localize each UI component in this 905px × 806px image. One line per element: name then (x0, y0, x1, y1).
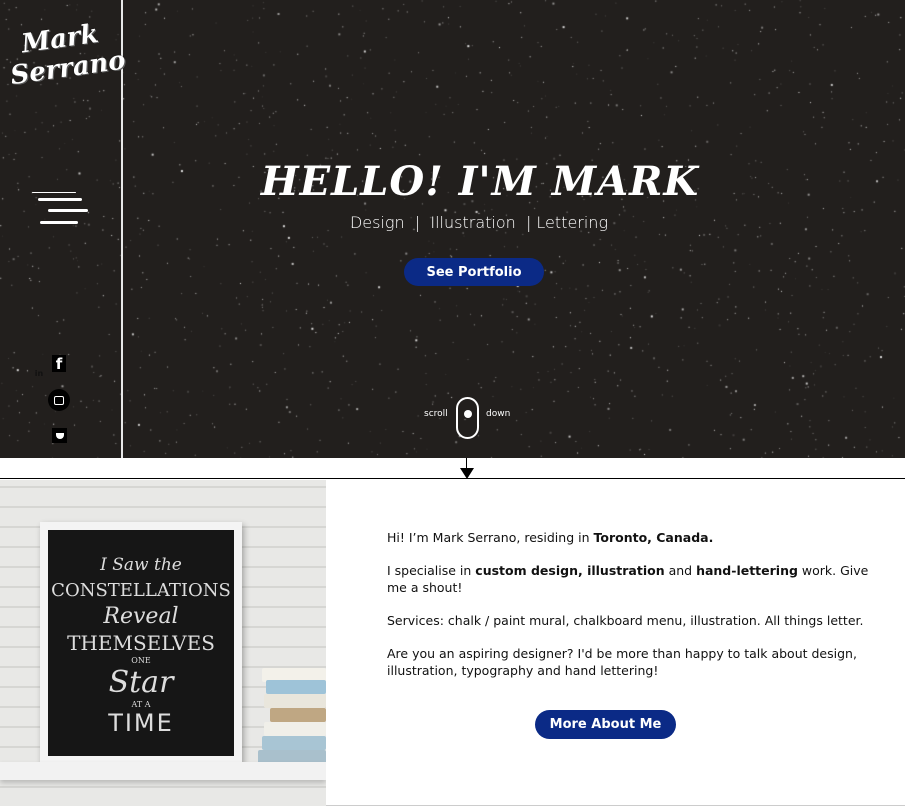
about-text: Hi! I’m Mark Serrano, residing in Toront… (387, 529, 877, 695)
artwork-photo: I Saw the CONSTELLATIONS Reveal THEMSELV… (0, 480, 326, 806)
designer-paragraph: Are you an aspiring designer? I'd be mor… (387, 646, 857, 678)
hero-subtitle: Design | Illustration | Lettering (349, 213, 609, 232)
poster-frame: I Saw the CONSTELLATIONS Reveal THEMSELV… (40, 522, 242, 764)
divider (0, 478, 905, 479)
specialty-paragraph: I specialise in custom design, illustrat… (387, 563, 869, 595)
intro-paragraph: Hi! I’m Mark Serrano, residing in Toront… (387, 530, 714, 545)
instagram-icon[interactable] (48, 389, 70, 411)
see-portfolio-button[interactable]: See Portfolio (404, 258, 544, 286)
twitter-icon[interactable] (52, 428, 67, 443)
scroll-down-mouse-icon[interactable] (456, 397, 479, 439)
logo[interactable]: Mark Serrano (4, 17, 128, 91)
linkedin-icon[interactable]: in (34, 368, 44, 378)
services-paragraph: Services: chalk / paint mural, chalkboar… (387, 613, 864, 628)
hero-title: HELLO! I'M MARK (260, 158, 700, 205)
shelf (0, 762, 326, 780)
more-about-me-button[interactable]: More About Me (535, 710, 676, 739)
chalkboard-artwork: I Saw the CONSTELLATIONS Reveal THEMSELV… (48, 530, 234, 756)
hero-section: Mark Serrano in f HELLO! I'M MARK Design … (0, 0, 905, 458)
scroll-label: scroll (424, 409, 448, 419)
facebook-icon[interactable]: f (52, 355, 66, 373)
down-label: down (486, 409, 511, 419)
